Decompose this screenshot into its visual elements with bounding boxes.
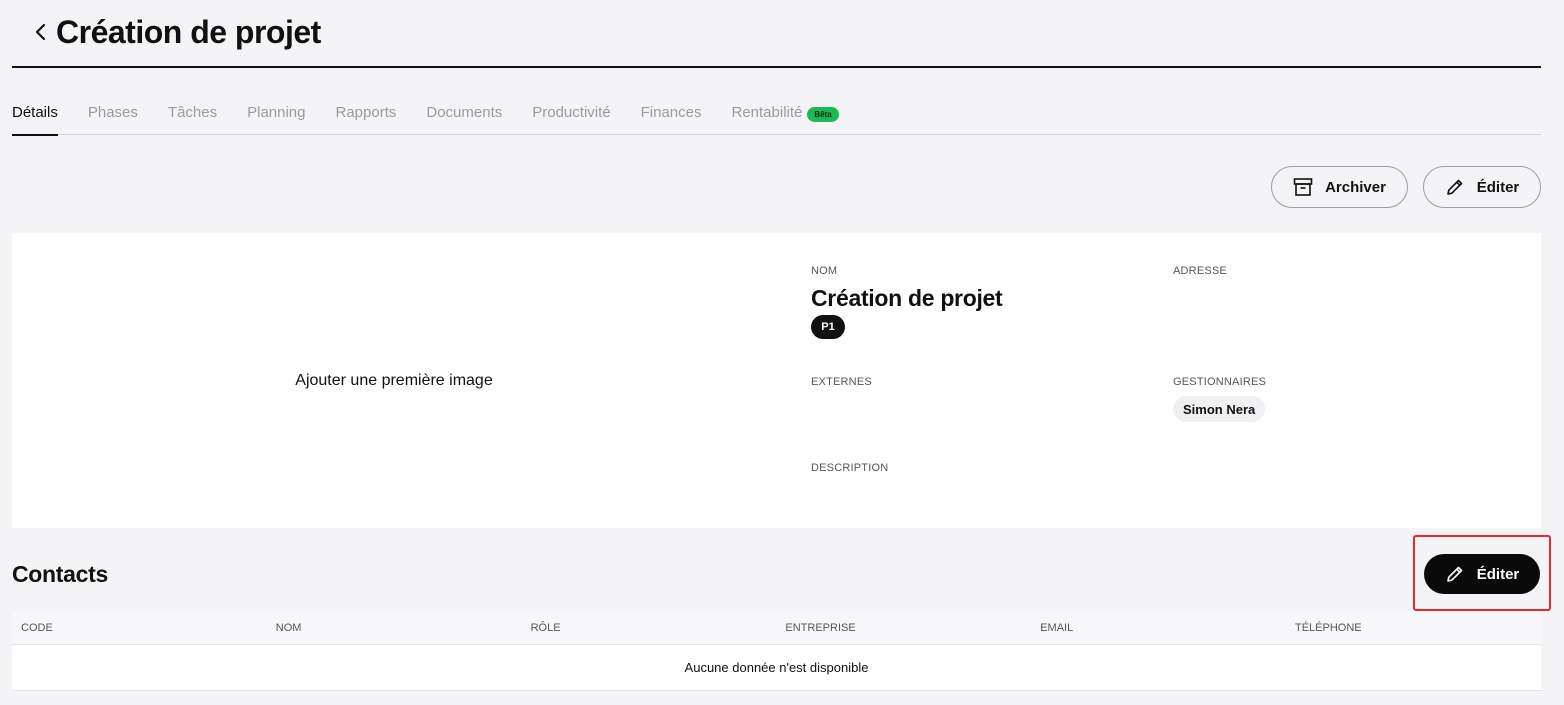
tab-details[interactable]: Détails <box>12 98 58 136</box>
column-header-role[interactable]: RÔLE <box>522 622 777 634</box>
tab-profitability[interactable]: Rentabilité Bêta <box>732 98 839 135</box>
column-header-name[interactable]: NOM <box>267 622 522 634</box>
tab-productivity[interactable]: Productivité <box>532 98 610 135</box>
page-header: Création de projet <box>12 0 1541 68</box>
contacts-table: CODE NOM RÔLE ENTREPRISE EMAIL TÉLÉPHONE… <box>12 611 1541 691</box>
project-name: Création de projet <box>811 285 1003 311</box>
tab-finances[interactable]: Finances <box>641 98 702 135</box>
project-code-badge: P1 <box>811 315 845 339</box>
name-label: NOM <box>811 265 838 277</box>
pencil-icon <box>1446 179 1463 195</box>
empty-state-message: Aucune donnée n'est disponible <box>12 645 1541 691</box>
back-button[interactable] <box>26 16 56 48</box>
archive-icon <box>1293 178 1313 196</box>
chevron-left-icon <box>35 23 46 41</box>
tab-reports[interactable]: Rapports <box>336 98 397 135</box>
beta-badge: Bêta <box>807 107 839 122</box>
tab-documents[interactable]: Documents <box>426 98 502 135</box>
edit-contacts-button[interactable]: Éditer <box>1424 554 1540 594</box>
page-title: Création de projet <box>56 14 321 50</box>
column-header-phone[interactable]: TÉLÉPHONE <box>1286 622 1541 634</box>
edit-project-button[interactable]: Éditer <box>1423 166 1541 208</box>
column-header-company[interactable]: ENTREPRISE <box>776 622 1031 634</box>
contacts-title: Contacts <box>12 561 109 587</box>
externals-label: EXTERNES <box>811 376 872 388</box>
address-label: ADRESSE <box>1173 265 1227 277</box>
manager-chip: Simon Nera <box>1173 396 1266 422</box>
managers-label: GESTIONNAIRES <box>1173 376 1267 388</box>
archive-button[interactable]: Archiver <box>1271 166 1408 208</box>
description-label: DESCRIPTION <box>811 462 889 474</box>
add-image-area[interactable]: Ajouter une première image <box>12 233 776 528</box>
pencil-icon <box>1446 566 1463 582</box>
column-header-email[interactable]: EMAIL <box>1031 622 1286 634</box>
column-header-code[interactable]: CODE <box>12 622 267 634</box>
table-header: CODE NOM RÔLE ENTREPRISE EMAIL TÉLÉPHONE <box>12 611 1541 645</box>
tab-bar: Détails Phases Tâches Planning Rapports … <box>12 98 1541 136</box>
tab-tasks[interactable]: Tâches <box>168 98 217 135</box>
tab-phases[interactable]: Phases <box>88 98 138 135</box>
project-details-card: Ajouter une première image NOM Création … <box>12 233 1541 528</box>
project-page: Création de projet Détails Phases Tâches… <box>0 0 1564 705</box>
tab-planning[interactable]: Planning <box>247 98 305 135</box>
